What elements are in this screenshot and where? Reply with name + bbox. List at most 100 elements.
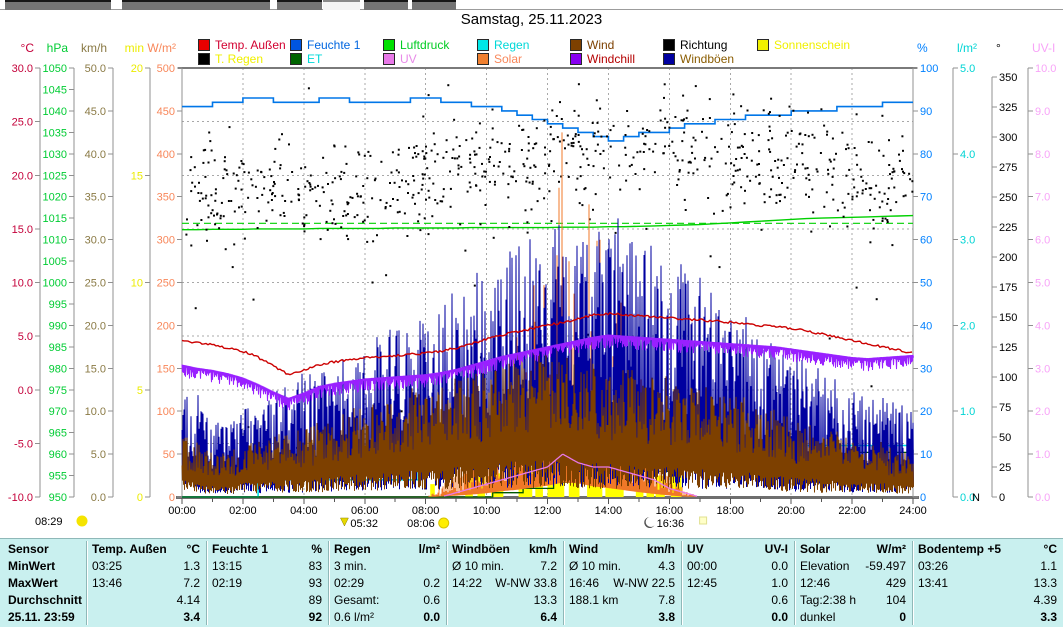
svg-text:75: 75 (999, 402, 1011, 414)
axis-km-h: 50.045.040.035.030.025.020.015.010.05.00… (81, 41, 113, 504)
svg-text:12:00: 12:00 (534, 505, 562, 517)
legend-swatch-sonnenschein (757, 39, 769, 51)
sensor-unit: °C (1044, 542, 1057, 558)
cell-left: Tag:2:38 h (800, 593, 856, 609)
sensor-unit: UV-I (765, 542, 788, 558)
astro-markers: 05:3208:0616:3608:29 (35, 516, 707, 531)
cell-value: 13.3 (1034, 576, 1057, 592)
moon-set-arrow-icon (340, 518, 348, 526)
svg-text:3.0: 3.0 (1035, 363, 1050, 375)
svg-text:100: 100 (157, 406, 175, 418)
legend-swatch-windchill (570, 53, 582, 65)
cell-value: 0.0 (771, 610, 788, 626)
svg-text:5.0: 5.0 (1035, 278, 1050, 290)
table-col-header-uv: UV UV-I (687, 542, 788, 558)
sensor-name: UV (687, 542, 704, 558)
svg-text:100: 100 (999, 372, 1017, 384)
sensor-name: Bodentemp +5 (918, 542, 1001, 558)
sensor-unit: l/m² (419, 542, 440, 558)
x-axis-labels: 00:0002:0004:0006:0008:0010:0012:0014:00… (168, 505, 927, 517)
svg-text:10:00: 10:00 (473, 505, 501, 517)
svg-text:0.0: 0.0 (1035, 492, 1050, 504)
legend-swatch-richtung (663, 39, 675, 51)
sunrise-icon (439, 518, 449, 528)
table-cell: 02:1993 (212, 576, 322, 592)
axis-unit-c: °C (21, 41, 35, 55)
legend-item-uv: UV (383, 53, 417, 65)
svg-text:20:00: 20:00 (777, 505, 805, 517)
svg-text:960: 960 (49, 449, 67, 461)
axis-unit-l-m: l/m² (957, 41, 977, 55)
svg-text:4.0: 4.0 (960, 149, 975, 161)
series-luftdruck (182, 216, 913, 230)
cell-left: dunkel (800, 610, 835, 626)
sensor-name: Feuchte 1 (212, 542, 268, 558)
cell-left: Ø 10 min. (569, 559, 621, 575)
legend-label: Windchill (587, 53, 635, 65)
cell-value: W-NW 33.8 (495, 576, 557, 592)
svg-text:1035: 1035 (43, 127, 67, 139)
axis-c: 30.025.020.015.010.05.00.0-5.0-10.0°C (8, 41, 40, 504)
table-cell: 03:261.1 (918, 559, 1057, 575)
cell-value: 7.2 (183, 576, 200, 592)
svg-text:60: 60 (920, 235, 932, 247)
cell-left: 03:25 (92, 559, 122, 575)
svg-text:50: 50 (999, 432, 1011, 444)
sensor-unit: km/h (647, 542, 675, 558)
axis-: 3503253002752502252001751501251007550250… (972, 41, 1017, 504)
axis-unit-uv-i: UV-I (1032, 41, 1055, 55)
svg-text:16:00: 16:00 (656, 505, 684, 517)
svg-text:275: 275 (999, 162, 1017, 174)
table-cell: 0.6 l/m²0.0 (334, 610, 440, 626)
bottom-left-time: 08:29 (35, 516, 63, 528)
row-label: Sensor (8, 542, 49, 558)
cell-value: 7.8 (658, 593, 675, 609)
svg-text:250: 250 (999, 192, 1017, 204)
table-cell: Ø 10 min.4.3 (569, 559, 675, 575)
svg-text:125: 125 (999, 342, 1017, 354)
svg-text:0: 0 (920, 492, 926, 504)
axis-uv-i: 10.09.08.07.06.05.04.03.02.01.00.0UV-I (1028, 41, 1056, 504)
svg-text:8.0: 8.0 (1035, 149, 1050, 161)
legend-item-luftdruck: Luftdruck (383, 39, 449, 51)
legend-item-windb-en: Windböen (663, 53, 734, 65)
svg-text:9.0: 9.0 (1035, 106, 1050, 118)
cell-value: 7.2 (540, 559, 557, 575)
table-cell: 14:22W-NW 33.8 (452, 576, 557, 592)
cell-value: 4.14 (177, 593, 200, 609)
table-cell: 12:46429 (800, 576, 906, 592)
svg-text:20.0: 20.0 (85, 320, 106, 332)
svg-text:500: 500 (157, 63, 175, 75)
svg-text:1000: 1000 (43, 278, 67, 290)
svg-text:20: 20 (131, 63, 143, 75)
cell-value: 1.3 (183, 559, 200, 575)
axis-unit-: % (917, 41, 928, 55)
row-label: Durchschnitt (8, 593, 82, 609)
cell-value: -59.497 (865, 559, 906, 575)
table-cell: 16:46W-NW 22.5 (569, 576, 675, 592)
svg-text:18:00: 18:00 (716, 505, 744, 517)
table-cell: 02:290.2 (334, 576, 440, 592)
axis-unit-: ° (996, 41, 1001, 55)
cell-value: 6.4 (540, 610, 557, 626)
cell-left: 16:46 (569, 576, 599, 592)
cell-left: 13:15 (212, 559, 242, 575)
table-separator (328, 541, 329, 625)
moonset-time: 05:32 (350, 518, 378, 530)
cell-value: 0.6 (771, 593, 788, 609)
svg-text:20: 20 (920, 406, 932, 418)
axis-min: 20151050min (125, 41, 150, 504)
cell-value: 3.3 (1040, 610, 1057, 626)
legend-swatch-solar (477, 53, 489, 65)
sun-icon (77, 516, 88, 527)
cell-value: 1.0 (771, 576, 788, 592)
legend-item-windchill: Windchill (570, 53, 635, 65)
svg-text:08:00: 08:00 (412, 505, 440, 517)
svg-text:02:00: 02:00 (229, 505, 257, 517)
svg-text:04:00: 04:00 (290, 505, 318, 517)
weather-chart: 30.025.020.015.010.05.00.0-5.0-10.0°C105… (0, 0, 1063, 536)
table-separator (206, 541, 207, 625)
table-col-header-windb-en: Windböenkm/h (452, 542, 557, 558)
svg-text:30.0: 30.0 (12, 63, 33, 75)
svg-text:90: 90 (920, 106, 932, 118)
